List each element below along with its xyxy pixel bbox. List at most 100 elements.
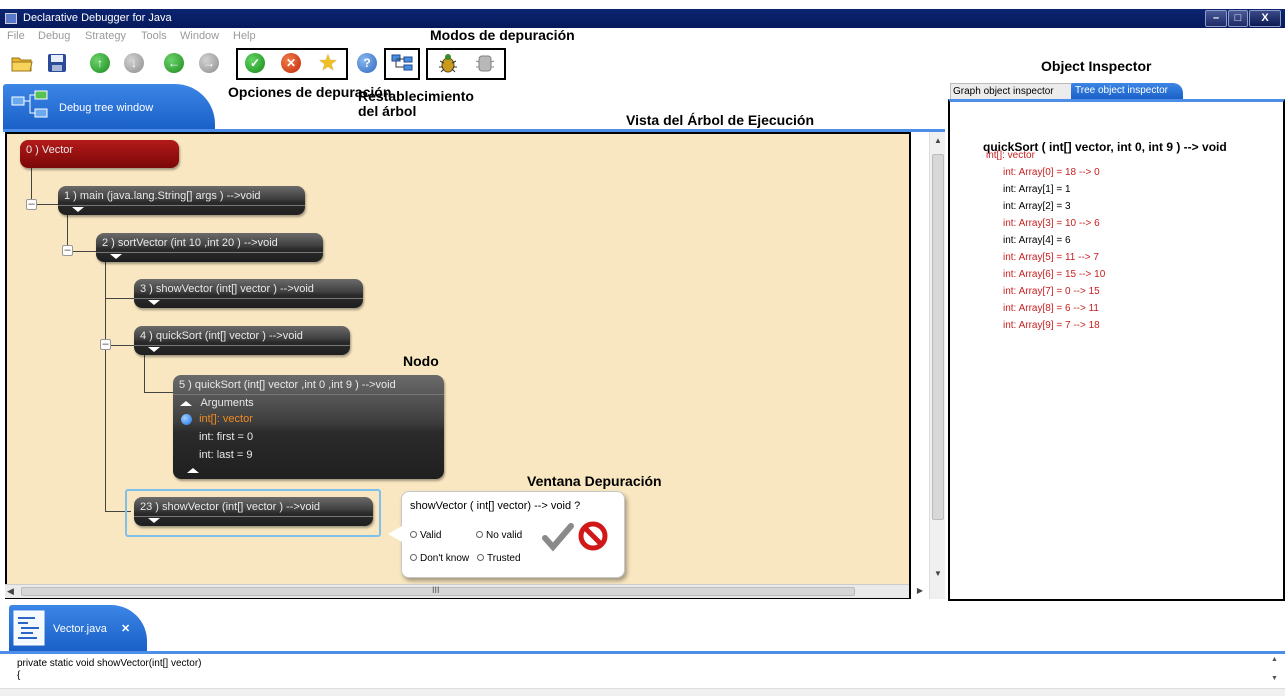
down-icon[interactable]: ↓: [122, 51, 146, 75]
tab-debug-tree-window[interactable]: Debug tree window: [3, 84, 215, 129]
toolbar: ↑ ↓ ← → ✓ ✕ ★ ?: [0, 46, 700, 82]
inspector-value-line: int: Array[2] = 3: [1003, 201, 1071, 212]
expand-node-icon[interactable]: [148, 300, 160, 305]
tree-horizontal-scrollbar[interactable]: ◀ III: [5, 584, 909, 598]
scrollbar-thumb[interactable]: [932, 154, 944, 520]
collapse-arguments-icon[interactable]: [180, 400, 192, 406]
collapse-node-icon[interactable]: [187, 468, 199, 473]
inspector-value-line: int: Array[9] = 7 --> 18: [1003, 320, 1100, 331]
close-window-button[interactable]: X: [1249, 10, 1281, 27]
expand-node-icon[interactable]: [110, 254, 122, 259]
tree-node[interactable]: 1 ) main (java.lang.String[] args ) -->v…: [58, 186, 305, 215]
tree-node-selected[interactable]: 23 ) showVector (int[] vector ) -->void: [134, 497, 373, 526]
expand-node-icon[interactable]: [148, 518, 160, 523]
valid-icon[interactable]: ✓: [243, 51, 267, 75]
tree-node-label: 23 ) showVector (int[] vector ) -->void: [140, 501, 321, 513]
selected-radio-icon: [181, 413, 192, 425]
collapse-toggle[interactable]: –: [26, 199, 37, 210]
minimize-button[interactable]: –: [1205, 10, 1227, 27]
source-code-view[interactable]: private static void showVector(int[] vec…: [17, 658, 202, 682]
inspector-value-line: int: Array[0] = 18 --> 0: [1003, 167, 1100, 178]
tree-connector: [144, 355, 145, 392]
code-line: private static void showVector(int[] vec…: [17, 658, 202, 669]
menu-help[interactable]: Help: [233, 30, 256, 42]
tree-node-expanded[interactable]: 5 ) quickSort (int[] vector ,int 0 ,int …: [173, 375, 444, 479]
tree-node[interactable]: 2 ) sortVector (int 10 ,int 20 ) -->void: [96, 233, 323, 262]
back-icon[interactable]: ←: [162, 51, 186, 75]
tree-node[interactable]: 3 ) showVector (int[] vector ) -->void: [134, 279, 363, 308]
inspector-value-line: int: Array[1] = 1: [1003, 184, 1071, 195]
radio-icon: [410, 554, 417, 561]
menu-window[interactable]: Window: [180, 30, 219, 42]
option-trusted-label: Trusted: [487, 553, 521, 564]
argument-label: int[]: vector: [199, 413, 253, 425]
tab-debug-tree-window-label: Debug tree window: [59, 102, 154, 114]
option-no-valid-label: No valid: [486, 530, 523, 541]
scroll-down-icon[interactable]: ▼: [1271, 675, 1283, 682]
tree-vertical-scrollbar[interactable]: ▲ ▼: [929, 132, 945, 599]
scroll-left-icon[interactable]: ◀: [7, 586, 14, 597]
up-icon[interactable]: ↑: [88, 51, 112, 75]
tree-node-label: 1 ) main (java.lang.String[] args ) -->v…: [64, 190, 261, 202]
confirm-check-icon[interactable]: [542, 522, 574, 557]
annotation-debug-window: Ventana Depuración: [527, 473, 662, 489]
collapse-toggle[interactable]: –: [100, 339, 111, 350]
tree-node[interactable]: 4 ) quickSort (int[] vector ) -->void: [134, 326, 350, 355]
debug-question-popup: showVector ( int[] vector) --> void ? Va…: [388, 491, 625, 578]
invalid-icon[interactable]: ✕: [279, 51, 303, 75]
tree-node-label: 4 ) quickSort (int[] vector ) -->void: [140, 330, 303, 342]
tab-tree-object-inspector[interactable]: Tree object inspector: [1071, 83, 1183, 99]
bug-mode-icon[interactable]: [436, 51, 460, 75]
inspector-value-line: int: Array[7] = 0 --> 15: [1003, 286, 1100, 297]
open-folder-icon[interactable]: [10, 51, 34, 75]
tree-node-label: 3 ) showVector (int[] vector ) -->void: [140, 283, 314, 295]
node-separator: [134, 516, 373, 517]
save-icon[interactable]: [45, 51, 69, 75]
expand-node-icon[interactable]: [148, 347, 160, 352]
annotation-object-inspector: Object Inspector: [1041, 58, 1152, 74]
menu-strategy[interactable]: Strategy: [85, 30, 126, 42]
tab-vector-java[interactable]: Vector.java ✕: [9, 605, 147, 651]
option-trusted[interactable]: Trusted: [477, 553, 521, 564]
menu-debug[interactable]: Debug: [38, 30, 70, 42]
menu-file[interactable]: File: [7, 30, 25, 42]
forward-icon[interactable]: →: [197, 51, 221, 75]
collapse-toggle[interactable]: –: [62, 245, 73, 256]
scroll-down-icon[interactable]: ▼: [934, 569, 942, 578]
arguments-header[interactable]: Arguments: [180, 397, 254, 409]
tab-graph-object-inspector[interactable]: Graph object inspector: [950, 83, 1072, 99]
close-tab-icon[interactable]: ✕: [121, 622, 130, 635]
trusted-star-icon[interactable]: ★: [316, 50, 340, 75]
node-separator: [134, 298, 363, 299]
option-valid[interactable]: Valid: [410, 530, 442, 541]
scroll-up-icon[interactable]: ▲: [1271, 656, 1283, 663]
cancel-prohibited-icon[interactable]: [578, 521, 608, 556]
tree-node-root[interactable]: 0 ) Vector: [20, 140, 179, 168]
window-title: Declarative Debugger for Java: [23, 12, 172, 24]
tree-connector: [144, 392, 174, 393]
bottom-tab-strip-line: [0, 651, 1285, 654]
option-no-valid[interactable]: No valid: [476, 530, 522, 541]
scroll-right-icon[interactable]: ▶: [912, 582, 928, 599]
scrollbar-thumb[interactable]: III: [21, 585, 855, 596]
code-line: {: [17, 670, 21, 681]
maximize-button[interactable]: □: [1228, 10, 1248, 27]
option-valid-label: Valid: [420, 530, 442, 541]
tree-node-label: 2 ) sortVector (int 10 ,int 20 ) -->void: [102, 237, 278, 249]
code-horizontal-scrollbar[interactable]: [0, 688, 1285, 696]
expand-node-icon[interactable]: [72, 207, 84, 212]
scroll-up-icon[interactable]: ▲: [934, 136, 942, 145]
ghost-bug-mode-icon[interactable]: [473, 51, 497, 75]
tree-reset-icon[interactable]: [390, 51, 414, 75]
code-vertical-scrollbar[interactable]: ▲ ▼: [1271, 656, 1283, 688]
object-inspector-panel: quickSort ( int[] vector, int 0, int 9 )…: [948, 99, 1285, 601]
inspector-value-line: int: Array[6] = 15 --> 10: [1003, 269, 1106, 280]
app-icon: [5, 13, 17, 24]
tree-node-label: 5 ) quickSort (int[] vector ,int 0 ,int …: [179, 379, 396, 391]
node-separator: [173, 394, 444, 395]
option-dont-know[interactable]: Don't know: [410, 553, 469, 564]
menu-tools[interactable]: Tools: [141, 30, 167, 42]
help-icon[interactable]: ?: [355, 51, 379, 75]
argument-row-selected[interactable]: int[]: vector: [181, 413, 253, 425]
tree-window-icon: [11, 90, 48, 118]
